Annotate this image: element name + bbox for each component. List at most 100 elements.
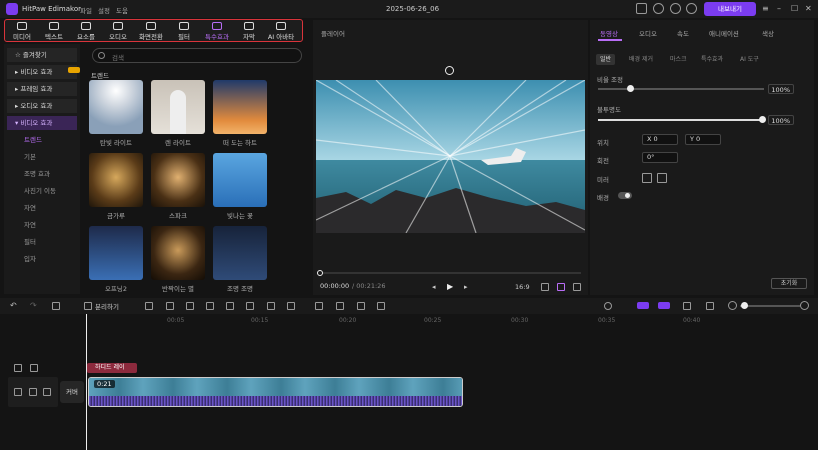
- split-icon[interactable]: [84, 302, 92, 310]
- timeline-ruler[interactable]: [86, 314, 818, 326]
- tab-animation[interactable]: 애니메이션: [709, 28, 739, 38]
- track-lock-icon[interactable]: [30, 364, 38, 372]
- effect-thumb-4[interactable]: [89, 153, 143, 207]
- scale-slider-handle[interactable]: [627, 85, 634, 92]
- marker-icon[interactable]: [186, 302, 194, 310]
- effect-track-label[interactable]: 하디드 레이: [87, 363, 137, 373]
- tab-color[interactable]: 색상: [762, 28, 774, 38]
- effect-thumb-8[interactable]: [151, 226, 205, 280]
- sidebar-sub-trend[interactable]: 트렌드: [4, 133, 80, 147]
- message-icon[interactable]: [653, 3, 664, 14]
- redo-icon[interactable]: ↷: [30, 301, 37, 310]
- scrub-bar[interactable]: [319, 272, 581, 274]
- effect-thumb-6[interactable]: [213, 153, 267, 207]
- sidebar-group-audio[interactable]: ▸ 오디오 효과: [7, 99, 77, 113]
- screen-icon[interactable]: [636, 3, 647, 14]
- sidebar-sub-nature2[interactable]: 자연: [4, 218, 80, 232]
- minimize-icon[interactable]: –: [777, 4, 781, 13]
- zoom-in-icon[interactable]: [800, 301, 809, 310]
- track-visible-icon[interactable]: [14, 388, 22, 396]
- subtab-effects[interactable]: 특수효과: [697, 54, 727, 65]
- zoom-out-icon[interactable]: [728, 301, 737, 310]
- download-icon[interactable]: [670, 3, 681, 14]
- tool-media[interactable]: 미디어: [6, 20, 38, 41]
- delete-icon[interactable]: [52, 302, 60, 310]
- maximize-icon[interactable]: ☐: [791, 4, 798, 13]
- sidebar-sub-light[interactable]: 조명 효과: [4, 167, 80, 181]
- next-frame-icon[interactable]: ▸: [464, 283, 468, 291]
- rotate-icon[interactable]: [226, 302, 234, 310]
- sidebar-favorites[interactable]: ☆ 즐겨찾기: [7, 48, 77, 62]
- tool-filter[interactable]: 필터: [168, 20, 200, 41]
- effect-thumb-7[interactable]: [89, 226, 143, 280]
- sticker-icon[interactable]: [357, 302, 365, 310]
- sidebar-sub-nature[interactable]: 자연: [4, 201, 80, 215]
- fullscreen-icon[interactable]: [573, 283, 581, 291]
- rotate-field[interactable]: 0°: [642, 152, 678, 163]
- cover-button[interactable]: 커버: [60, 381, 84, 403]
- sidebar-group-video[interactable]: ▸ 비디오 효과: [7, 65, 77, 79]
- rotate-handle-icon[interactable]: [445, 66, 454, 75]
- split-label[interactable]: 분리하기: [95, 301, 119, 311]
- track-link-icon[interactable]: [14, 364, 22, 372]
- fit-icon[interactable]: [683, 302, 691, 310]
- grid-icon[interactable]: [557, 283, 565, 291]
- menu-settings[interactable]: 설정: [98, 5, 110, 15]
- tab-audio[interactable]: 오디오: [639, 28, 657, 38]
- mirror-vertical-icon[interactable]: [657, 173, 667, 183]
- crop-icon[interactable]: [166, 302, 174, 310]
- scrub-handle[interactable]: [317, 270, 323, 276]
- subtab-ai-tools[interactable]: AI 도구: [736, 54, 763, 65]
- effect-thumb-9[interactable]: [213, 226, 267, 280]
- sidebar-sub-basic[interactable]: 기본: [4, 150, 80, 164]
- sidebar-sub-filter[interactable]: 필터: [4, 235, 80, 249]
- scale-value[interactable]: 100%: [768, 84, 794, 94]
- text-tl-icon[interactable]: [336, 302, 344, 310]
- effect-thumb-3[interactable]: [213, 80, 267, 134]
- aspect-ratio[interactable]: 16:9: [515, 283, 530, 291]
- tool-icon[interactable]: [315, 302, 323, 310]
- opacity-slider[interactable]: [598, 119, 764, 121]
- tool-elements[interactable]: 요소를: [70, 20, 102, 41]
- subtab-general[interactable]: 일반: [596, 54, 616, 65]
- preview-icon[interactable]: [706, 302, 714, 310]
- account-icon[interactable]: [686, 3, 697, 14]
- export-button[interactable]: 내보내기: [704, 2, 756, 16]
- tool-transition[interactable]: 화면전환: [135, 20, 167, 41]
- subtab-mask[interactable]: 마스크: [666, 54, 691, 65]
- play-icon[interactable]: ▶: [447, 282, 453, 291]
- tool-ai-avatar[interactable]: AI 아바타: [265, 20, 297, 41]
- position-y-field[interactable]: Y 0: [685, 134, 721, 145]
- export-frame-icon[interactable]: [377, 302, 385, 310]
- scale-slider[interactable]: [598, 88, 764, 90]
- snapshot-icon[interactable]: [541, 283, 549, 291]
- reset-button[interactable]: 초기화: [771, 278, 807, 289]
- sidebar-sub-camera[interactable]: 사진기 이동: [4, 184, 80, 198]
- reverse-icon[interactable]: [246, 302, 254, 310]
- mask-icon[interactable]: [287, 302, 295, 310]
- mirror-horizontal-icon[interactable]: [642, 173, 652, 183]
- prev-frame-icon[interactable]: ◂: [432, 283, 436, 291]
- undo-icon[interactable]: ↶: [10, 301, 17, 310]
- menu-icon[interactable]: ≡: [762, 4, 769, 13]
- opacity-slider-handle[interactable]: [759, 116, 766, 123]
- effect-thumb-1[interactable]: [89, 80, 143, 134]
- video-clip[interactable]: [88, 377, 463, 407]
- opacity-value[interactable]: 100%: [768, 115, 794, 125]
- tool-subtitle[interactable]: 자막: [233, 20, 265, 41]
- speed-icon[interactable]: [206, 302, 214, 310]
- track-settings-icon[interactable]: [43, 388, 51, 396]
- effect-thumb-5[interactable]: [151, 153, 205, 207]
- track-audio-icon[interactable]: [29, 388, 37, 396]
- snap-icon[interactable]: [658, 302, 670, 309]
- ai-icon[interactable]: [267, 302, 275, 310]
- tab-video[interactable]: 동영상: [600, 28, 618, 38]
- video-preview[interactable]: [316, 80, 585, 233]
- playhead[interactable]: [86, 314, 87, 450]
- link-icon[interactable]: [637, 302, 649, 309]
- freeze-icon[interactable]: [145, 302, 153, 310]
- tool-text[interactable]: 텍스트: [38, 20, 70, 41]
- effect-thumb-2[interactable]: [151, 80, 205, 134]
- tab-speed[interactable]: 속도: [677, 28, 689, 38]
- sidebar-group-video-open[interactable]: ▾ 비디오 효과: [7, 116, 77, 130]
